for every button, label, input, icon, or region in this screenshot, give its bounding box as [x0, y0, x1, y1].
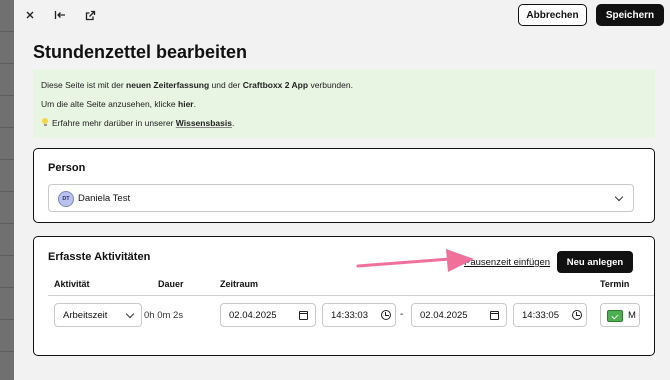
calendar-icon[interactable] [490, 311, 499, 320]
chevron-down-icon [614, 192, 624, 202]
activities-card: Erfasste Aktivitäten Pausenzeit einfügen… [33, 236, 655, 356]
notice-bold: Craftboxx 2 App [242, 80, 309, 90]
lightbulb-icon [41, 118, 49, 127]
notice-text: Erfahre mehr darüber in unserer [52, 118, 176, 128]
notice-text: . [193, 99, 196, 109]
person-card: Person DT Daniela Test [33, 148, 655, 223]
person-select[interactable]: DT Daniela Test [48, 184, 634, 212]
old-page-link[interactable]: hier [178, 99, 194, 109]
column-header-duration: Dauer [158, 279, 184, 289]
range-separator: - [400, 309, 404, 320]
appointment-value: M [628, 310, 636, 321]
new-activity-button[interactable]: Neu anlegen [557, 251, 633, 273]
end-time-input[interactable]: 14:33:05 [513, 303, 587, 327]
appointment-field[interactable]: M [600, 303, 640, 327]
column-header-period: Zeitraum [220, 279, 259, 289]
avatar: DT [58, 191, 74, 207]
duration-value: 0h 0m 2s [144, 310, 184, 321]
close-icon[interactable] [20, 6, 40, 24]
backdrop-list [0, 0, 14, 380]
table-divider [48, 295, 654, 296]
start-date-input[interactable]: 02.04.2025 [220, 303, 316, 327]
notice-text: und der [209, 80, 243, 90]
arrow-left-bar-icon[interactable] [50, 6, 70, 24]
notice-line-2: Um die alte Seite anzusehen, klicke hier… [41, 99, 196, 109]
notice-text: Um die alte Seite anzusehen, klicke [41, 99, 179, 109]
start-date-value: 02.04.2025 [229, 310, 277, 321]
clock-icon[interactable] [572, 310, 582, 320]
notice-bold: neuen Zeiterfassung [126, 80, 210, 90]
chevron-down-icon [125, 309, 135, 319]
start-time-input[interactable]: 14:33:03 [322, 303, 396, 327]
clock-icon[interactable] [381, 310, 391, 320]
notice-text: . [231, 118, 235, 128]
person-name: Daniela Test [78, 193, 131, 204]
panel-toolbar: Abbrechen Speichern [14, 0, 670, 30]
start-time-value: 14:33:03 [331, 310, 368, 321]
activity-value: Arbeitszeit [63, 310, 108, 321]
person-section-title: Person [48, 162, 86, 174]
save-button[interactable]: Speichern [596, 4, 664, 26]
pointer-arrow-annotation [356, 249, 474, 272]
notice-text: verbunden. [308, 80, 353, 90]
external-link-icon[interactable] [80, 6, 100, 24]
column-header-appointment: Termin [600, 279, 630, 289]
page-title: Stundenzettel bearbeiten [33, 42, 248, 62]
edit-timesheet-panel: Abbrechen Speichern Stundenzettel bearbe… [14, 0, 670, 380]
notice-line-3: Erfahre mehr darüber in unserer Wissensb… [41, 118, 234, 128]
info-notice: Diese Seite ist mit der neuen Zeiterfass… [33, 69, 655, 138]
column-header-activity: Aktivität [54, 279, 90, 289]
end-date-input[interactable]: 02.04.2025 [411, 303, 507, 327]
knowledge-base-link[interactable]: Wissensbasis [176, 118, 232, 128]
end-time-value: 14:33:05 [522, 310, 559, 321]
activities-section-title: Erfasste Aktivitäten [48, 251, 151, 263]
notice-line-1: Diese Seite ist mit der neuen Zeiterfass… [41, 80, 353, 90]
activity-select[interactable]: Arbeitszeit [54, 303, 142, 327]
calendar-icon[interactable] [299, 311, 308, 320]
cancel-button[interactable]: Abbrechen [518, 4, 587, 26]
end-date-value: 02.04.2025 [420, 310, 468, 321]
notice-text: Diese Seite ist mit der [41, 80, 127, 90]
checkbox-checked-icon[interactable] [607, 310, 623, 322]
